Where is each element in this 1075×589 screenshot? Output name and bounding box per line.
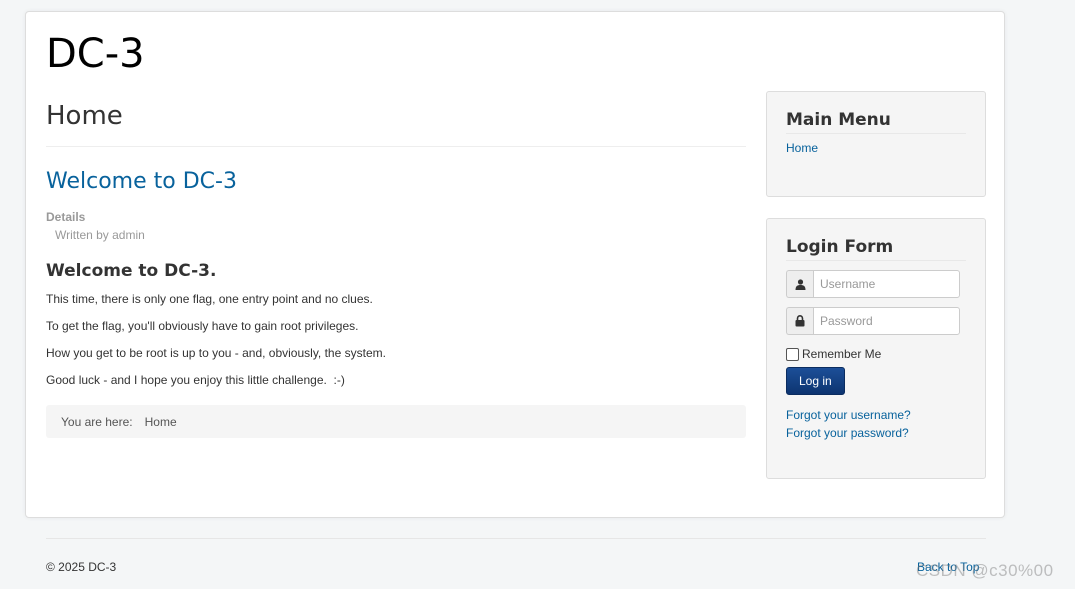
article-paragraph: To get the flag, you'll obviously have t… xyxy=(46,319,359,333)
remember-me-label[interactable]: Remember Me xyxy=(802,347,881,361)
login-button[interactable]: Log in xyxy=(786,367,845,395)
article-details: Details Written by admin xyxy=(46,208,746,244)
menu-item-home[interactable]: Home xyxy=(786,141,966,155)
main-menu-module: Main Menu Home xyxy=(766,91,986,197)
login-form-module: Login Form Remember Me Log xyxy=(766,218,986,479)
details-label: Details xyxy=(46,210,86,224)
forgot-username-link[interactable]: Forgot your username? xyxy=(786,406,966,424)
main-content: Home Welcome to DC-3 Details Written by … xyxy=(46,100,746,438)
username-group xyxy=(786,270,960,298)
page-title: Home xyxy=(46,100,746,147)
article-heading: Welcome to DC-3. xyxy=(46,261,217,281)
main-menu-title: Main Menu xyxy=(786,109,966,134)
breadcrumb-label: You are here: xyxy=(61,414,133,429)
article-paragraph: Good luck - and I hope you enjoy this li… xyxy=(46,373,345,387)
footer-divider xyxy=(46,538,986,539)
watermark: CSDN @c30%00 xyxy=(916,561,1054,580)
lock-icon xyxy=(786,307,813,335)
remember-me-checkbox[interactable] xyxy=(786,347,799,361)
article-title-link[interactable]: Welcome to DC-3 xyxy=(46,168,746,196)
username-input[interactable] xyxy=(813,270,960,298)
page-container: DC-3 Home Welcome to DC-3 Details Writte… xyxy=(25,11,1005,518)
article-paragraph: This time, there is only one flag, one e… xyxy=(46,292,373,306)
forgot-password-link[interactable]: Forgot your password? xyxy=(786,424,966,442)
footer-copyright: © 2025 DC-3 xyxy=(46,560,117,574)
article-paragraph: How you get to be root is up to you - an… xyxy=(46,346,386,360)
password-group xyxy=(786,307,960,335)
author-line: Written by admin xyxy=(55,228,145,242)
breadcrumb: You are here: Home xyxy=(46,405,746,438)
login-form-title: Login Form xyxy=(786,236,966,261)
breadcrumb-current: Home xyxy=(144,414,177,429)
remember-me-row: Remember Me xyxy=(786,347,966,361)
user-icon xyxy=(786,270,813,298)
password-input[interactable] xyxy=(813,307,960,335)
site-title[interactable]: DC-3 xyxy=(46,34,145,74)
forgot-links: Forgot your username? Forgot your passwo… xyxy=(786,406,966,442)
